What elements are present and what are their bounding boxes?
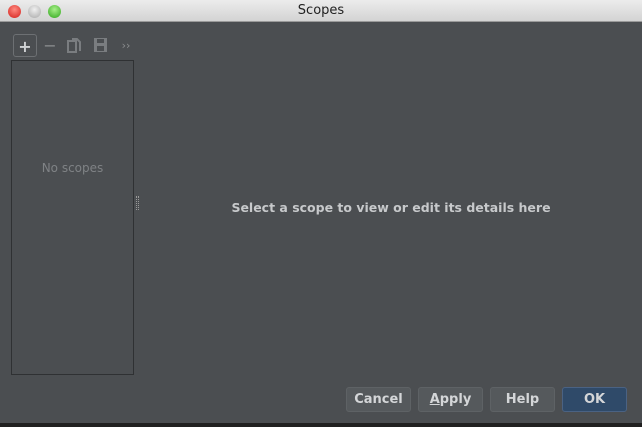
more-actions-button[interactable]: ››	[118, 34, 134, 57]
apply-label: pply	[439, 392, 472, 407]
title-bar: Scopes	[0, 0, 642, 22]
save-icon	[93, 38, 107, 52]
copy-scope-button[interactable]	[64, 34, 84, 57]
zoom-window-button[interactable]	[48, 5, 61, 18]
cancel-button[interactable]: Cancel	[346, 387, 411, 412]
copy-icon	[67, 38, 81, 53]
add-scope-button[interactable]: +	[13, 34, 37, 57]
chevrons-icon: ››	[121, 39, 131, 52]
apply-mnemonic: A	[429, 392, 440, 407]
save-scope-button[interactable]	[90, 34, 110, 57]
scopes-list[interactable]: No scopes	[11, 60, 134, 375]
apply-button[interactable]: Apply	[418, 387, 483, 412]
details-placeholder: Select a scope to view or edit its detai…	[231, 200, 551, 215]
remove-scope-button[interactable]: −	[40, 34, 60, 57]
splitter-handle[interactable]	[136, 196, 139, 210]
help-button[interactable]: Help	[490, 387, 555, 412]
minus-icon: −	[43, 36, 57, 55]
plus-icon: +	[18, 37, 32, 56]
window-title: Scopes	[297, 3, 345, 18]
empty-list-text: No scopes	[41, 161, 104, 175]
window-bottom-edge	[0, 423, 642, 427]
minimize-window-button[interactable]	[28, 5, 41, 18]
close-window-button[interactable]	[8, 5, 21, 18]
ok-button[interactable]: OK	[562, 387, 627, 412]
